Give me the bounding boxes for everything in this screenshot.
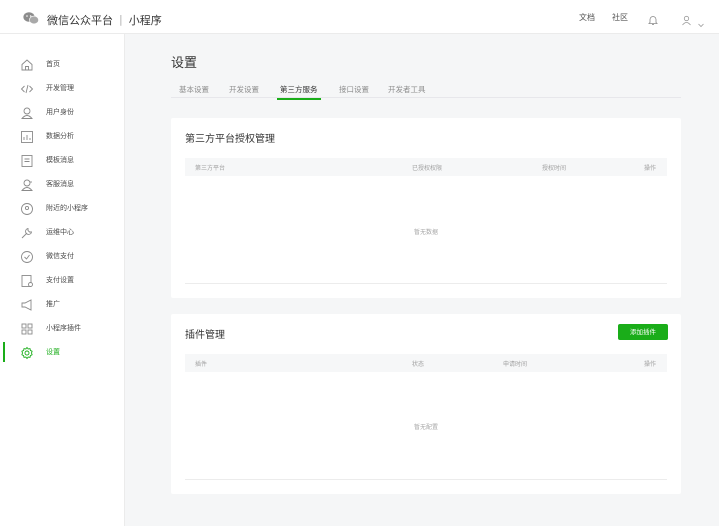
tab-dev-settings[interactable]: 开发设置 <box>229 84 259 95</box>
sidebar-item-label: 用户身份 <box>46 108 74 116</box>
brand-divider: | <box>119 13 123 26</box>
sidebar-item-label: 支付设置 <box>46 276 74 284</box>
column-header: 插件 <box>195 361 208 368</box>
gear-icon <box>20 345 34 360</box>
sidebar-item-label: 附近的小程序 <box>46 204 88 212</box>
sidebar-item-label: 首页 <box>46 60 60 68</box>
sidebar-item-customer-service[interactable]: 客服消息 <box>0 173 125 195</box>
add-plugin-button[interactable]: 添加插件 <box>618 324 668 340</box>
sidebar-item-plugins[interactable]: 小程序插件 <box>0 317 125 339</box>
sidebar-item-analytics[interactable]: 数据分析 <box>0 125 125 147</box>
pay-icon <box>20 249 34 263</box>
sidebar-item-label: 客服消息 <box>46 180 74 188</box>
tab-third-party-services[interactable]: 第三方服务 <box>277 84 320 100</box>
empty-state-text: 暂无配置 <box>414 424 439 431</box>
table-header: 第三方平台 已授权权限 授权时间 操作 <box>185 158 667 176</box>
brand[interactable]: 微信公众平台 | 小程序 <box>23 10 162 29</box>
chevron-down-icon[interactable] <box>698 13 704 32</box>
avatar-icon[interactable] <box>681 11 692 30</box>
table-header: 插件 状态 申请时间 操作 <box>185 354 667 372</box>
sidebar-item-label: 运维中心 <box>46 228 74 236</box>
column-header: 操作 <box>644 165 657 172</box>
tab-api-settings[interactable]: 接口设置 <box>339 84 369 95</box>
settings-tabs: 基本设置 开发设置 第三方服务 接口设置 开发者工具 <box>171 80 681 100</box>
chart-icon <box>20 129 34 143</box>
sidebar-item-label: 数据分析 <box>46 132 74 140</box>
plugin-icon <box>20 321 34 335</box>
sidebar: 首页 开发管理 用户身份 数据分析 模板消息 客服消息 附近的小程序 运维中心 … <box>0 34 125 526</box>
home-icon <box>20 57 34 71</box>
column-header: 已授权权限 <box>412 165 443 172</box>
wechat-logo-icon <box>23 10 39 29</box>
column-header: 第三方平台 <box>195 165 226 172</box>
sidebar-item-label: 设置 <box>46 348 60 356</box>
bell-icon[interactable] <box>648 11 658 30</box>
docs-link[interactable]: 文档 <box>579 12 595 23</box>
sidebar-item-label: 推广 <box>46 300 60 308</box>
column-header: 申请时间 <box>503 361 528 368</box>
column-header: 操作 <box>644 361 657 368</box>
sidebar-item-dev-management[interactable]: 开发管理 <box>0 77 125 99</box>
plugin-management-card: 插件管理 添加插件 插件 状态 申请时间 操作 暂无配置 <box>171 314 681 494</box>
column-header: 授权时间 <box>542 165 567 172</box>
page-title: 设置 <box>171 56 198 71</box>
sidebar-item-wechat-pay[interactable]: 微信支付 <box>0 245 125 267</box>
sidebar-item-label: 微信支付 <box>46 252 74 260</box>
wrench-icon <box>20 225 34 239</box>
sidebar-item-ops-center[interactable]: 运维中心 <box>0 221 125 243</box>
sidebar-item-user-identity[interactable]: 用户身份 <box>0 101 125 123</box>
megaphone-icon <box>20 297 34 311</box>
sidebar-item-nearby-miniprograms[interactable]: 附近的小程序 <box>0 197 125 219</box>
column-header: 状态 <box>412 361 425 368</box>
card-title: 插件管理 <box>185 330 225 341</box>
sidebar-item-home[interactable]: 首页 <box>0 53 125 75</box>
third-party-auth-card: 第三方平台授权管理 第三方平台 已授权权限 授权时间 操作 暂无数据 <box>171 118 681 298</box>
user-icon <box>20 105 34 119</box>
support-icon <box>20 177 34 191</box>
card-title: 第三方平台授权管理 <box>185 134 275 145</box>
sidebar-item-label: 开发管理 <box>46 84 74 92</box>
template-icon <box>20 153 34 167</box>
tab-basic-settings[interactable]: 基本设置 <box>179 84 209 95</box>
top-bar: 微信公众平台 | 小程序 文档 社区 <box>0 0 719 34</box>
payment-settings-icon <box>20 273 34 287</box>
location-icon <box>20 201 34 215</box>
tab-developer-tools[interactable]: 开发者工具 <box>388 84 426 95</box>
sidebar-item-payment-settings[interactable]: 支付设置 <box>0 269 125 291</box>
empty-state-text: 暂无数据 <box>414 229 439 236</box>
sidebar-item-template-messages[interactable]: 模板消息 <box>0 149 125 171</box>
divider <box>185 283 667 284</box>
product-name: 小程序 <box>128 13 162 27</box>
sidebar-item-label: 小程序插件 <box>46 324 81 332</box>
sidebar-item-settings[interactable]: 设置 <box>0 341 125 363</box>
brand-name: 微信公众平台 <box>47 13 113 27</box>
community-link[interactable]: 社区 <box>612 12 628 23</box>
code-icon <box>20 81 34 95</box>
divider <box>185 479 667 480</box>
sidebar-item-promotion[interactable]: 推广 <box>0 293 125 315</box>
sidebar-item-label: 模板消息 <box>46 156 74 164</box>
